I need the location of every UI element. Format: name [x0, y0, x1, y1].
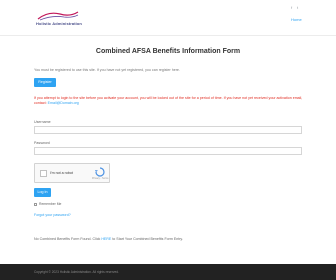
page-title: Combined AFSA Benefits Information Form — [95, 48, 241, 55]
combined-benefits-note: No Combined Benefits Form Found. Click H… — [34, 237, 183, 241]
facebook-icon[interactable]: f — [291, 5, 292, 10]
bottom-note-prefix: No Combined Benefits Form Found. Click — [34, 237, 101, 241]
site-logo[interactable]: Holistic Administration — [36, 10, 82, 30]
captcha-label: I'm not a robot — [50, 171, 73, 175]
start-form-link[interactable]: HERE — [101, 237, 111, 241]
footer-bar: Copyright © 2023 Holistic Administration… — [0, 264, 336, 280]
contact-email-link[interactable]: Email@Domain.org — [48, 101, 79, 105]
bottom-note-suffix: to Start Your Combined Benefits Form Ent… — [112, 237, 183, 241]
footer-copyright: Copyright © 2023 Holistic Administration… — [34, 270, 119, 274]
forgot-password-link[interactable]: Forgot your password? — [34, 213, 71, 217]
remember-label: Remember Me — [39, 202, 62, 206]
remember-me[interactable]: Remember Me — [34, 202, 61, 206]
nav-home-link[interactable]: Home — [291, 17, 302, 22]
logo-swoosh-icon — [37, 11, 79, 21]
username-label: Username — [34, 120, 51, 124]
password-input[interactable] — [34, 147, 302, 155]
recaptcha-icon — [95, 167, 105, 177]
captcha-terms[interactable]: Privacy - Terms — [92, 177, 108, 180]
logo-text: Holistic Administration — [36, 21, 82, 26]
register-note: You must be registered to use this site.… — [34, 68, 180, 72]
remember-checkbox[interactable] — [34, 202, 37, 206]
activation-warning: If you attempt to login to the site befo… — [34, 96, 304, 106]
twitter-icon[interactable]: t — [297, 5, 298, 10]
username-input[interactable] — [34, 126, 302, 134]
login-button[interactable]: Log In — [34, 188, 51, 197]
recaptcha-widget: I'm not a robot Privacy - Terms — [34, 163, 110, 183]
password-label: Password — [34, 141, 50, 145]
captcha-checkbox[interactable] — [40, 170, 47, 177]
register-button[interactable]: Register — [34, 78, 56, 87]
header-bar: Holistic Administration f t Home — [0, 0, 336, 36]
